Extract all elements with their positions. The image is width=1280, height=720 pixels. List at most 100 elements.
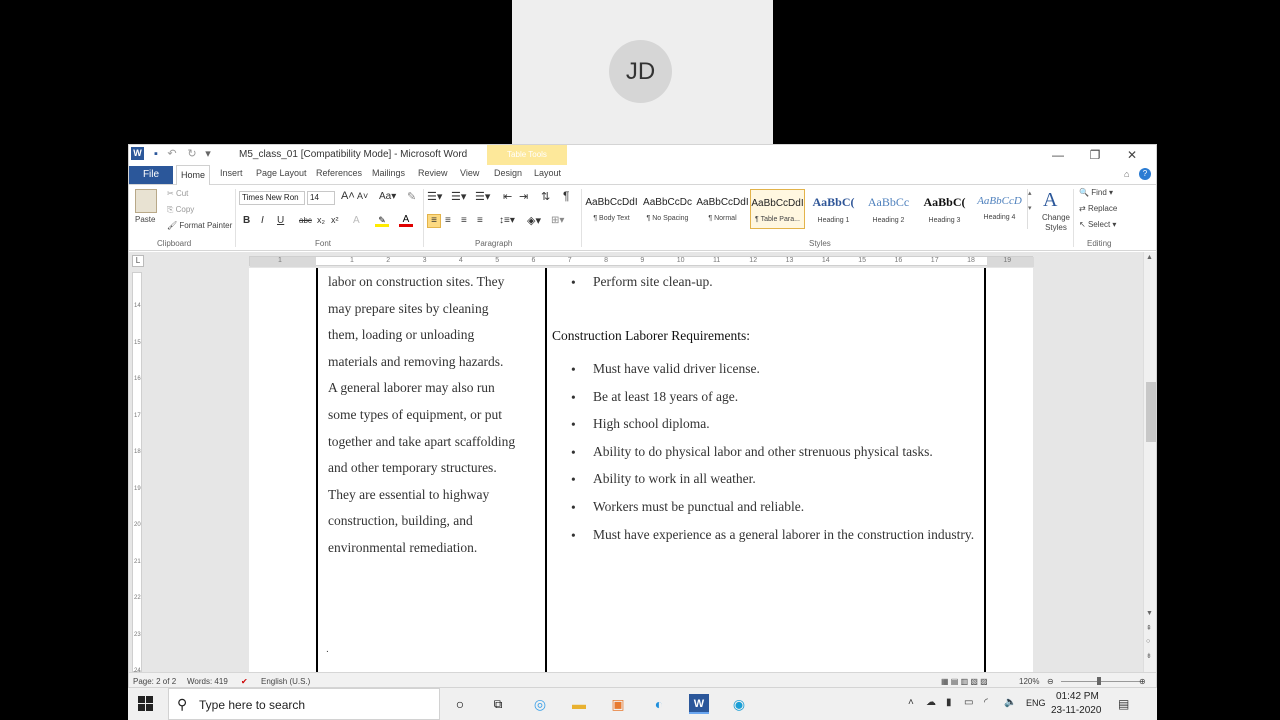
- document-page[interactable]: labor on construction sites. They may pre…: [249, 268, 1033, 672]
- multilevel-list-icon[interactable]: ☰▾: [475, 190, 490, 203]
- ie-icon[interactable]: ◎: [530, 694, 550, 714]
- tab-mailings[interactable]: Mailings: [372, 168, 405, 178]
- clock-time[interactable]: 01:42 PM: [1056, 691, 1099, 702]
- style-normal[interactable]: AaBbCcDdI ¶ Normal: [695, 189, 750, 229]
- highlight-icon[interactable]: ✎: [375, 215, 389, 227]
- zoom-level[interactable]: 120%: [1019, 677, 1039, 686]
- increase-indent-icon[interactable]: ⇥: [519, 190, 528, 203]
- mic-icon[interactable]: ▮: [946, 697, 952, 708]
- italic-button[interactable]: I: [261, 215, 264, 226]
- borders-icon[interactable]: ⊞▾: [551, 215, 564, 226]
- numbering-icon[interactable]: ☰▾: [451, 190, 466, 203]
- cut-button[interactable]: ✂ Cut: [167, 189, 188, 198]
- change-styles-button[interactable]: Change Styles: [1041, 213, 1071, 233]
- app-icon[interactable]: ◉: [729, 694, 749, 714]
- tab-selector[interactable]: L: [132, 255, 144, 267]
- style-heading-1[interactable]: AaBbC( Heading 1: [806, 189, 861, 229]
- style-no-spacing[interactable]: AaBbCcDc ¶ No Spacing: [640, 189, 695, 229]
- superscript-button[interactable]: x²: [331, 215, 339, 225]
- proofing-icon[interactable]: ✔: [241, 677, 248, 686]
- bullets-icon[interactable]: ☰▾: [427, 190, 442, 203]
- notifications-icon[interactable]: ▤: [1118, 697, 1129, 711]
- align-center-icon[interactable]: ≡: [445, 215, 451, 226]
- wifi-icon[interactable]: ◜: [984, 697, 988, 708]
- tab-references[interactable]: References: [316, 168, 362, 178]
- zoom-slider[interactable]: [1061, 681, 1141, 682]
- input-language[interactable]: ENG: [1026, 698, 1046, 708]
- undo-icon[interactable]: ↶: [165, 147, 179, 161]
- scroll-down-icon[interactable]: ▼: [1146, 610, 1153, 617]
- line-spacing-icon[interactable]: ↕≡▾: [499, 215, 515, 226]
- language-status[interactable]: English (U.S.): [261, 677, 310, 686]
- restore-button[interactable]: ❐: [1077, 145, 1113, 165]
- collapse-ribbon-icon[interactable]: ⌂: [1124, 169, 1129, 179]
- shrink-font-icon[interactable]: A˅: [357, 191, 368, 201]
- customize-qat-icon[interactable]: ▾: [201, 147, 215, 161]
- clock-date[interactable]: 23-11-2020: [1051, 705, 1101, 716]
- media-icon[interactable]: ▣: [608, 694, 628, 714]
- tab-review[interactable]: Review: [418, 168, 448, 178]
- strikethrough-button[interactable]: abc: [299, 216, 312, 225]
- change-case-icon[interactable]: Aa▾: [379, 191, 396, 202]
- copy-button[interactable]: ⎘ Copy: [167, 205, 194, 215]
- battery-icon[interactable]: ▭: [964, 697, 973, 708]
- volume-icon[interactable]: 🔈: [1004, 697, 1016, 708]
- align-left-icon[interactable]: ≡: [427, 214, 441, 228]
- tab-view[interactable]: View: [460, 168, 479, 178]
- find-button[interactable]: 🔍 Find ▾: [1079, 188, 1113, 197]
- page-count[interactable]: Page: 2 of 2: [133, 677, 176, 686]
- tab-insert[interactable]: Insert: [220, 168, 243, 178]
- tab-page-layout[interactable]: Page Layout: [256, 168, 307, 178]
- next-page-icon[interactable]: ⇟: [1146, 652, 1152, 660]
- browse-object-icon[interactable]: ○: [1146, 638, 1150, 645]
- zoom-slider-thumb[interactable]: [1097, 677, 1101, 685]
- font-name-field[interactable]: Times New Ron: [239, 191, 305, 205]
- word-count[interactable]: Words: 419: [187, 677, 228, 686]
- bold-button[interactable]: B: [243, 215, 250, 226]
- edge-icon[interactable]: ◐: [649, 694, 669, 714]
- file-explorer-icon[interactable]: ▬: [569, 694, 589, 714]
- align-right-icon[interactable]: ≡: [461, 215, 467, 226]
- style-body-text[interactable]: AaBbCcDdI ¶ Body Text: [584, 189, 639, 229]
- table-cell-left[interactable]: labor on construction sites. They may pre…: [316, 268, 547, 672]
- tray-chevron-icon[interactable]: ˄: [908, 697, 914, 708]
- style-heading-2[interactable]: AaBbCc Heading 2: [861, 189, 916, 229]
- vertical-scrollbar[interactable]: ▲ ▼ ⇞ ○ ⇟: [1143, 252, 1156, 672]
- style-table-paragraph[interactable]: AaBbCcDdI ¶ Table Para...: [750, 189, 805, 229]
- paste-button[interactable]: Paste: [135, 215, 155, 224]
- format-painter-button[interactable]: 🖌 Format Painter: [167, 221, 232, 230]
- clear-formatting-icon[interactable]: ✎: [407, 190, 416, 203]
- subscript-button[interactable]: x₂: [317, 215, 325, 225]
- paste-icon[interactable]: [135, 189, 157, 213]
- tab-home[interactable]: Home: [176, 165, 210, 185]
- table-cell-right[interactable]: • Perform site clean-up. Construction La…: [547, 268, 986, 672]
- justify-icon[interactable]: ≡: [477, 215, 483, 226]
- shading-icon[interactable]: ◈▾: [527, 214, 541, 227]
- underline-button[interactable]: U: [277, 215, 284, 226]
- tab-design[interactable]: Design: [494, 168, 522, 178]
- view-buttons[interactable]: ▦ ▤ ▥ ▧ ▨: [941, 677, 988, 686]
- word-taskbar-icon[interactable]: W: [689, 694, 709, 714]
- redo-icon[interactable]: ↻: [185, 147, 199, 161]
- grow-font-icon[interactable]: A˄: [341, 190, 355, 202]
- close-button[interactable]: ✕: [1114, 145, 1150, 165]
- styles-scroll-icon[interactable]: ▴ ▾: [1027, 189, 1033, 229]
- scroll-up-icon[interactable]: ▲: [1146, 254, 1153, 261]
- help-icon[interactable]: ?: [1139, 168, 1151, 180]
- font-color-icon[interactable]: A: [399, 214, 413, 227]
- taskbar-search-box[interactable]: ⚲ Type here to search: [168, 688, 440, 720]
- style-heading-4[interactable]: AaBbCcD Heading 4: [972, 189, 1027, 229]
- decrease-indent-icon[interactable]: ⇤: [503, 190, 512, 203]
- select-button[interactable]: ↖ Select ▾: [1079, 220, 1116, 229]
- change-styles-icon[interactable]: A: [1043, 189, 1057, 212]
- onedrive-icon[interactable]: ☁: [926, 697, 936, 708]
- vertical-ruler[interactable]: 14 15 16 17 18 19 20 21 22 23 24: [132, 272, 142, 674]
- style-heading-3[interactable]: AaBbC( Heading 3: [917, 189, 972, 229]
- tab-layout[interactable]: Layout: [534, 168, 561, 178]
- minimize-button[interactable]: —: [1040, 145, 1076, 165]
- show-formatting-icon[interactable]: ¶: [563, 189, 569, 203]
- start-button[interactable]: [138, 696, 154, 712]
- task-view-icon[interactable]: ⧉: [488, 694, 508, 714]
- sort-icon[interactable]: ⇅: [541, 190, 550, 203]
- horizontal-ruler[interactable]: 1 1 2 3 4 5 6 7 8 9 10 11 12 13 14 15 16 17 18 19: [249, 256, 1034, 267]
